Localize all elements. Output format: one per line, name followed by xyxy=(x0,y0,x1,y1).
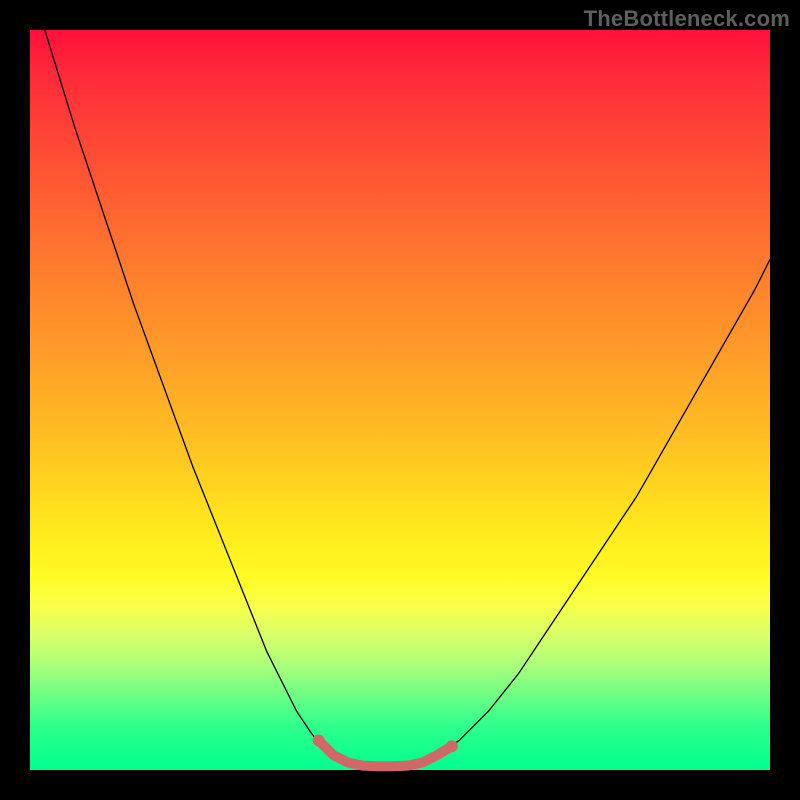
highlight-end-dot xyxy=(446,740,458,752)
curve-svg xyxy=(30,30,770,770)
highlight-overlay xyxy=(319,740,452,766)
right-branch-line xyxy=(430,259,770,761)
chart-frame: TheBottleneck.com xyxy=(0,0,800,800)
highlight-start-dot xyxy=(313,734,325,746)
plot-area xyxy=(30,30,770,770)
left-branch-line xyxy=(45,30,341,763)
watermark-text: TheBottleneck.com xyxy=(584,6,790,32)
